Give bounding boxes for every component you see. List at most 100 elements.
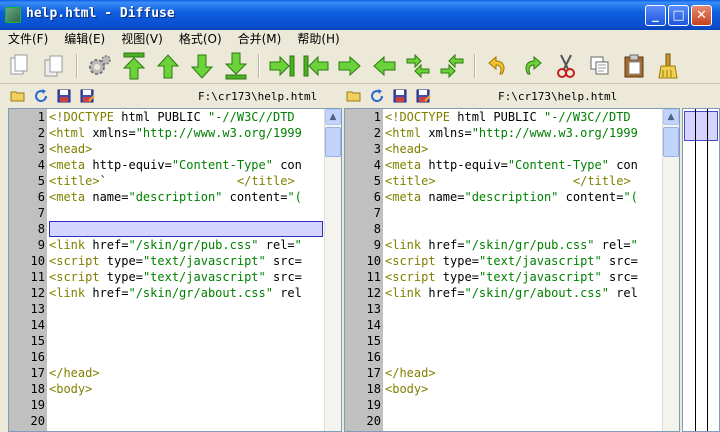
close-button[interactable]: ✕ <box>691 5 712 26</box>
left-vertical-scrollbar[interactable]: ▲ <box>324 109 341 431</box>
menu-view[interactable]: 视图(V) <box>113 30 171 48</box>
code-line[interactable]: 14 <box>9 317 323 333</box>
previous-difference-icon <box>156 54 180 79</box>
line-number: 2 <box>37 126 45 140</box>
line-text: <meta name="description" content="( <box>385 190 638 204</box>
menu-merge[interactable]: 合并(M) <box>230 30 290 48</box>
line-number: 14 <box>366 318 381 332</box>
menu-file[interactable]: 文件(F) <box>0 30 56 48</box>
save-file-button[interactable] <box>392 88 408 104</box>
code-line[interactable]: 9 <link href="/skin/gr/pub.css" rel=" <box>345 237 661 253</box>
clear-edits-button[interactable] <box>654 52 682 80</box>
first-difference-icon <box>122 52 146 80</box>
code-line[interactable]: 7 <box>345 205 661 221</box>
code-line[interactable]: 16 <box>9 349 323 365</box>
code-line[interactable]: 10 <script type="text/javascript" src= <box>9 253 323 269</box>
code-line[interactable]: 3 <head> <box>9 141 323 157</box>
code-line[interactable]: 12 <link href="/skin/gr/about.css" rel <box>9 285 323 301</box>
scroll-thumb[interactable] <box>663 127 679 157</box>
code-line[interactable]: 1 <!DOCTYPE html PUBLIC "-//W3C//DTD <box>345 109 661 125</box>
open-file-button[interactable] <box>10 88 26 104</box>
code-line[interactable]: 18 <body> <box>9 381 323 397</box>
menu-help[interactable]: 帮助(H) <box>289 30 347 48</box>
toolbar <box>0 48 720 84</box>
left-file-pane[interactable]: 1 <!DOCTYPE html PUBLIC "-//W3C//DTD 2 <htm… <box>8 108 342 432</box>
scroll-up-icon[interactable]: ▲ <box>663 109 679 125</box>
merge-from-right-button[interactable] <box>302 52 330 80</box>
preferences-button[interactable] <box>86 52 114 80</box>
line-number: 8 <box>37 222 45 236</box>
code-line[interactable]: 15 <box>345 333 661 349</box>
line-text: <script type="text/javascript" src= <box>385 254 638 268</box>
save-file-button[interactable] <box>56 88 72 104</box>
merge-right-then-left-button[interactable] <box>438 52 466 80</box>
reload-file-button[interactable] <box>369 88 385 104</box>
right-file-pane[interactable]: 1 <!DOCTYPE html PUBLIC "-//W3C//DTD 2 <htm… <box>344 108 680 432</box>
new-tab-button[interactable] <box>6 52 34 80</box>
code-line[interactable]: 10 <script type="text/javascript" src= <box>345 253 661 269</box>
code-line[interactable]: 15 <box>9 333 323 349</box>
save-icon <box>393 89 407 103</box>
code-line[interactable]: 11 <script type="text/javascript" src= <box>9 269 323 285</box>
new-window-button[interactable] <box>40 52 68 80</box>
difference-overview-map[interactable] <box>682 108 720 432</box>
code-line[interactable]: 6 <meta name="description" content="( <box>345 189 661 205</box>
merge-from-left-button[interactable] <box>268 52 296 80</box>
copy-button[interactable] <box>586 52 614 80</box>
window-title: help.html - Diffuse <box>26 6 175 21</box>
code-line[interactable]: 19 <box>345 397 661 413</box>
last-difference-button[interactable] <box>222 52 250 80</box>
code-line[interactable]: 7 <box>9 205 323 221</box>
save-as-button[interactable] <box>415 88 431 104</box>
line-number: 13 <box>30 302 45 316</box>
code-line[interactable]: 3 <head> <box>345 141 661 157</box>
code-line[interactable]: 16 <box>345 349 661 365</box>
code-line[interactable]: 8 <box>345 221 661 237</box>
code-line[interactable]: 6 <meta name="description" content="( <box>9 189 323 205</box>
next-difference-button[interactable] <box>188 52 216 80</box>
menu-format[interactable]: 格式(O) <box>171 30 230 48</box>
right-vertical-scrollbar[interactable]: ▲ <box>662 109 679 431</box>
code-line[interactable]: 17 </head> <box>9 365 323 381</box>
code-line[interactable]: 9 <link href="/skin/gr/pub.css" rel=" <box>9 237 323 253</box>
copy-right-icon <box>338 55 361 77</box>
code-line[interactable]: 5 <title>` </title> <box>9 173 323 189</box>
paste-button[interactable] <box>620 52 648 80</box>
code-line[interactable]: 20 <box>345 413 661 429</box>
code-line[interactable]: 5 <title> </title> <box>345 173 661 189</box>
code-line[interactable]: 12 <link href="/skin/gr/about.css" rel <box>345 285 661 301</box>
code-line[interactable]: 1 <!DOCTYPE html PUBLIC "-//W3C//DTD <box>9 109 323 125</box>
save-as-button[interactable] <box>79 88 95 104</box>
redo-button[interactable] <box>518 52 546 80</box>
code-line[interactable]: 2 <html xmlns="http://www.w3.org/1999 <box>345 125 661 141</box>
scroll-thumb[interactable] <box>325 127 341 157</box>
undo-button[interactable] <box>484 52 512 80</box>
open-file-button[interactable] <box>346 88 362 104</box>
merge-left-then-right-button[interactable] <box>404 52 432 80</box>
minimize-button[interactable]: _ <box>645 5 666 26</box>
copy-left-button[interactable] <box>370 52 398 80</box>
menu-bar: 文件(F) 编辑(E) 视图(V) 格式(O) 合并(M) 帮助(H) <box>0 30 720 48</box>
code-line[interactable]: 2 <html xmlns="http://www.w3.org/1999 <box>9 125 323 141</box>
reload-file-button[interactable] <box>33 88 49 104</box>
first-difference-button[interactable] <box>120 52 148 80</box>
scroll-up-icon[interactable]: ▲ <box>325 109 341 125</box>
maximize-button[interactable]: □ <box>668 5 689 26</box>
code-line[interactable]: 14 <box>345 317 661 333</box>
maximize-icon: □ <box>672 8 685 23</box>
code-line[interactable]: 4 <meta http-equiv="Content-Type" con <box>9 157 323 173</box>
menu-edit[interactable]: 编辑(E) <box>56 30 113 48</box>
code-line[interactable]: 13 <box>345 301 661 317</box>
previous-difference-button[interactable] <box>154 52 182 80</box>
cut-button[interactable] <box>552 52 580 80</box>
code-line[interactable]: 18 <body> <box>345 381 661 397</box>
code-line[interactable]: 13 <box>9 301 323 317</box>
code-line[interactable]: 11 <script type="text/javascript" src= <box>345 269 661 285</box>
code-line[interactable]: 19 <box>9 397 323 413</box>
code-line[interactable]: 4 <meta http-equiv="Content-Type" con <box>345 157 661 173</box>
code-line[interactable]: 20 <box>9 413 323 429</box>
line-number: 12 <box>366 286 381 300</box>
code-line[interactable]: 17 </head> <box>345 365 661 381</box>
copy-right-button[interactable] <box>336 52 364 80</box>
line-text: <script type="text/javascript" src= <box>49 270 302 284</box>
